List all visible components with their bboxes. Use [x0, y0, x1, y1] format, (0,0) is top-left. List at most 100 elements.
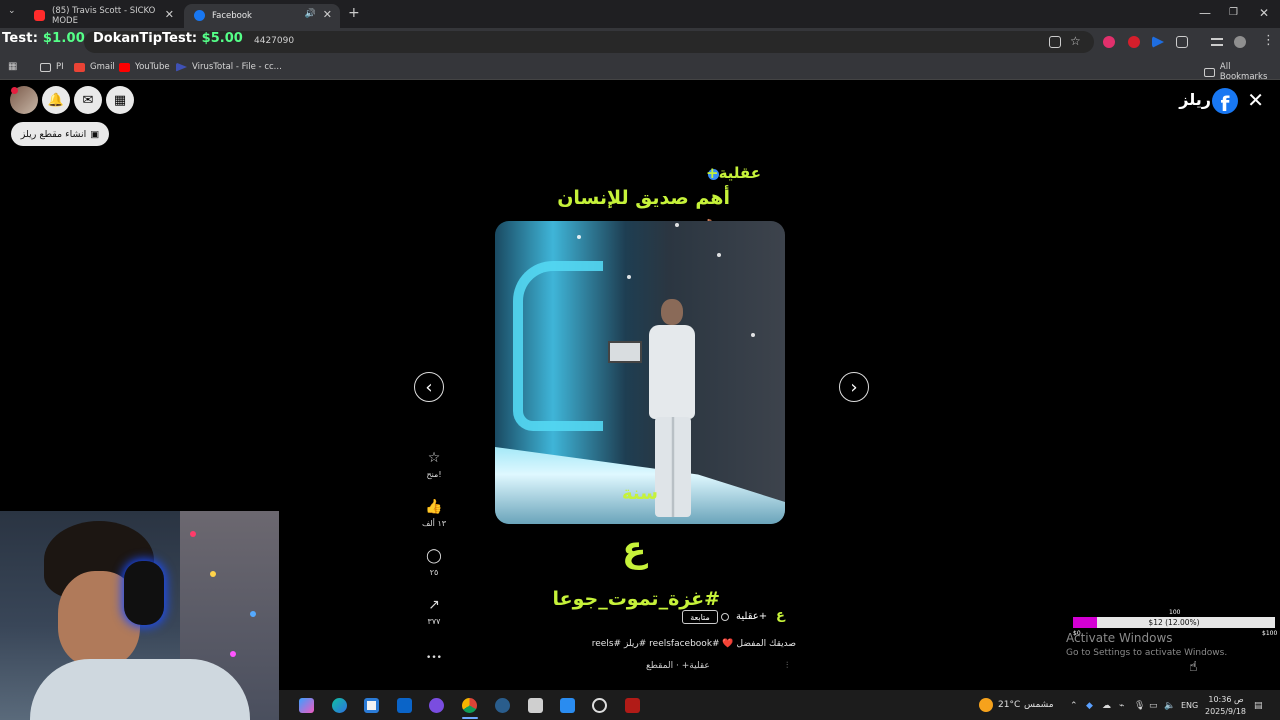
store-icon[interactable] [364, 698, 379, 713]
test-amount: $1.00 [42, 31, 85, 46]
weather-sun-icon[interactable] [979, 698, 993, 712]
extensions-puzzle-icon[interactable] [1176, 36, 1188, 48]
close-reels-icon[interactable]: ✕ [1247, 88, 1264, 112]
tray-chevron-icon[interactable]: ⌃ [1070, 701, 1078, 711]
close-tab-icon[interactable]: ✕ [165, 8, 174, 21]
audio-wave-icon: ⫶ [786, 661, 789, 671]
extension-shield-icon[interactable] [1128, 36, 1140, 48]
bookmarks-bar: ▦ PI Gmail YouTube VirusTotal - File - c… [0, 56, 1280, 82]
facebook-logo[interactable]: f [1212, 88, 1238, 114]
folder-icon [40, 62, 51, 72]
bookmark-youtube[interactable]: YouTube [119, 62, 170, 72]
clock-date[interactable]: 2025/9/18 [1205, 707, 1246, 716]
reel-action-gift[interactable]: ☆ منح! [420, 449, 448, 479]
reel-audio[interactable]: عقلية+ · المقطع [646, 661, 710, 671]
dota-icon[interactable] [625, 698, 640, 713]
chrome-icon[interactable] [462, 698, 477, 713]
extension-red-icon[interactable] [1103, 36, 1115, 48]
profile-avatar-icon[interactable] [1234, 36, 1246, 48]
next-reel-chevron-icon[interactable]: › [839, 372, 869, 402]
page-title: ريلز [1179, 90, 1211, 109]
dokan-label: DokanTipTest: [93, 31, 202, 46]
notifications-bell-icon[interactable]: 🔔 [42, 86, 70, 114]
tray-usb-icon[interactable]: ⌁ [1119, 701, 1124, 711]
share-arrow-icon: ↗ [428, 597, 440, 613]
window-close-icon[interactable]: ✕ [1259, 6, 1269, 20]
extension-play-icon[interactable] [1152, 36, 1164, 48]
github-icon[interactable] [592, 698, 607, 713]
edge-icon[interactable] [332, 698, 347, 713]
webcam-overlay [0, 511, 279, 720]
activate-windows-title: Activate Windows [1066, 631, 1173, 645]
follow-button[interactable]: متابعة [682, 610, 718, 624]
more-dots-icon: ••• [426, 653, 442, 663]
thumbs-up-icon: 👍 [425, 499, 443, 515]
apps-grid-icon[interactable]: ▦ [8, 61, 17, 72]
messenger-icon[interactable]: ✉ [74, 86, 102, 114]
restore-icon[interactable]: ❐ [1229, 7, 1238, 18]
url-text: 4427090 [254, 36, 295, 46]
author-name[interactable]: عقلية+ [736, 611, 767, 622]
browser-toolbar: 4427090 Test: $1.00 DokanTipTest: $5.00 … [0, 28, 1280, 56]
star-award-icon: ☆ [427, 450, 441, 466]
headset [124, 561, 164, 625]
tray-volume-icon[interactable]: 🔈 [1164, 701, 1175, 711]
browser-menu-icon[interactable]: ⋮ [1262, 33, 1275, 48]
weather-temp[interactable]: 21°C [998, 700, 1020, 710]
reel-action-like[interactable]: 👍 ١٣ ألف [420, 498, 448, 528]
video-arch [513, 261, 603, 431]
tab-title: (85) Travis Scott - SICKO MODE [52, 6, 156, 26]
tray-network-icon[interactable]: ☁ [1102, 701, 1111, 711]
create-reel-button[interactable]: ▣ انشاء مقطع ريلز [11, 122, 109, 146]
comment-bubble-icon: ◯ [426, 548, 442, 564]
goal-top-label: 100 [1169, 609, 1181, 616]
stream-overlay-dokan: DokanTipTest: $5.00 [93, 31, 243, 46]
bookmark-pi[interactable]: PI [40, 62, 64, 72]
all-bookmarks[interactable]: All Bookmarks [1204, 62, 1280, 82]
video-screen [608, 341, 642, 363]
notifications-icon[interactable]: ▤ [1254, 701, 1263, 711]
tab-search-chevron-icon[interactable]: ⌄ [8, 6, 16, 16]
youtube-favicon-icon [34, 10, 45, 21]
notification-dot [11, 87, 18, 94]
clock-time[interactable]: 10:36 ص [1207, 695, 1245, 704]
bookmark-virustotal[interactable]: VirusTotal - File - cc... [176, 62, 282, 72]
reel-action-share[interactable]: ↗ ٣٧٧ [420, 596, 448, 626]
reel-video[interactable]: سنة [495, 221, 785, 524]
weather-desc[interactable]: مشمس [1024, 700, 1054, 710]
menu-grid-icon[interactable]: ▦ [106, 86, 134, 114]
bookmark-gmail[interactable]: Gmail [74, 62, 115, 72]
donation-goal-bar: $12 (12.00%) [1073, 617, 1275, 628]
minimize-icon[interactable]: — [1199, 6, 1211, 20]
media-controls-icon[interactable] [1211, 38, 1223, 46]
tab-facebook[interactable]: Facebook 🔊 ✕ [184, 4, 340, 28]
reel-brand: عقلية+ [706, 164, 761, 182]
tray-app-icon[interactable]: ◆ [1086, 701, 1093, 711]
copilot-icon[interactable] [299, 698, 314, 713]
reel-description: صديقك المفضل ❤️ #reelsfacebook #ريلز #re… [591, 639, 796, 649]
video-caption: سنة [622, 483, 658, 504]
tray-language[interactable]: ENG [1181, 701, 1198, 710]
previous-reel-chevron-icon[interactable]: ‹ [414, 372, 444, 402]
file-explorer-icon[interactable] [528, 698, 543, 713]
install-app-icon[interactable] [1049, 36, 1061, 48]
steam-icon[interactable] [495, 698, 510, 713]
reel-action-comment[interactable]: ◯ ٢٥ [420, 547, 448, 577]
new-tab-button[interactable]: + [348, 5, 360, 21]
tray-mic-icon[interactable]: 🎙 [1134, 701, 1145, 711]
tray-wifi-icon[interactable]: ▭ [1149, 701, 1158, 711]
app-purple-icon[interactable] [429, 698, 444, 713]
tab-title: Facebook [212, 11, 252, 21]
outlook-icon[interactable] [397, 698, 412, 713]
tab-youtube[interactable]: (85) Travis Scott - SICKO MODE ✕ [24, 4, 182, 28]
reel-hashtag-title: #غزة_تموت_جوعا [552, 588, 720, 610]
bookmark-star-icon[interactable]: ☆ [1070, 34, 1081, 48]
speaker-icon[interactable]: 🔊 [305, 9, 316, 19]
browser-tab-bar: ⌄ (85) Travis Scott - SICKO MODE ✕ Faceb… [0, 0, 1280, 28]
reel-action-more[interactable]: ••• [420, 649, 448, 667]
author-logo-icon[interactable]: ع [776, 608, 785, 623]
test-label: Test: [2, 31, 43, 46]
hand-cursor-icon: ☝ [1189, 659, 1198, 675]
app-blue-arrow-icon[interactable] [560, 698, 575, 713]
close-tab-icon[interactable]: ✕ [323, 8, 332, 21]
